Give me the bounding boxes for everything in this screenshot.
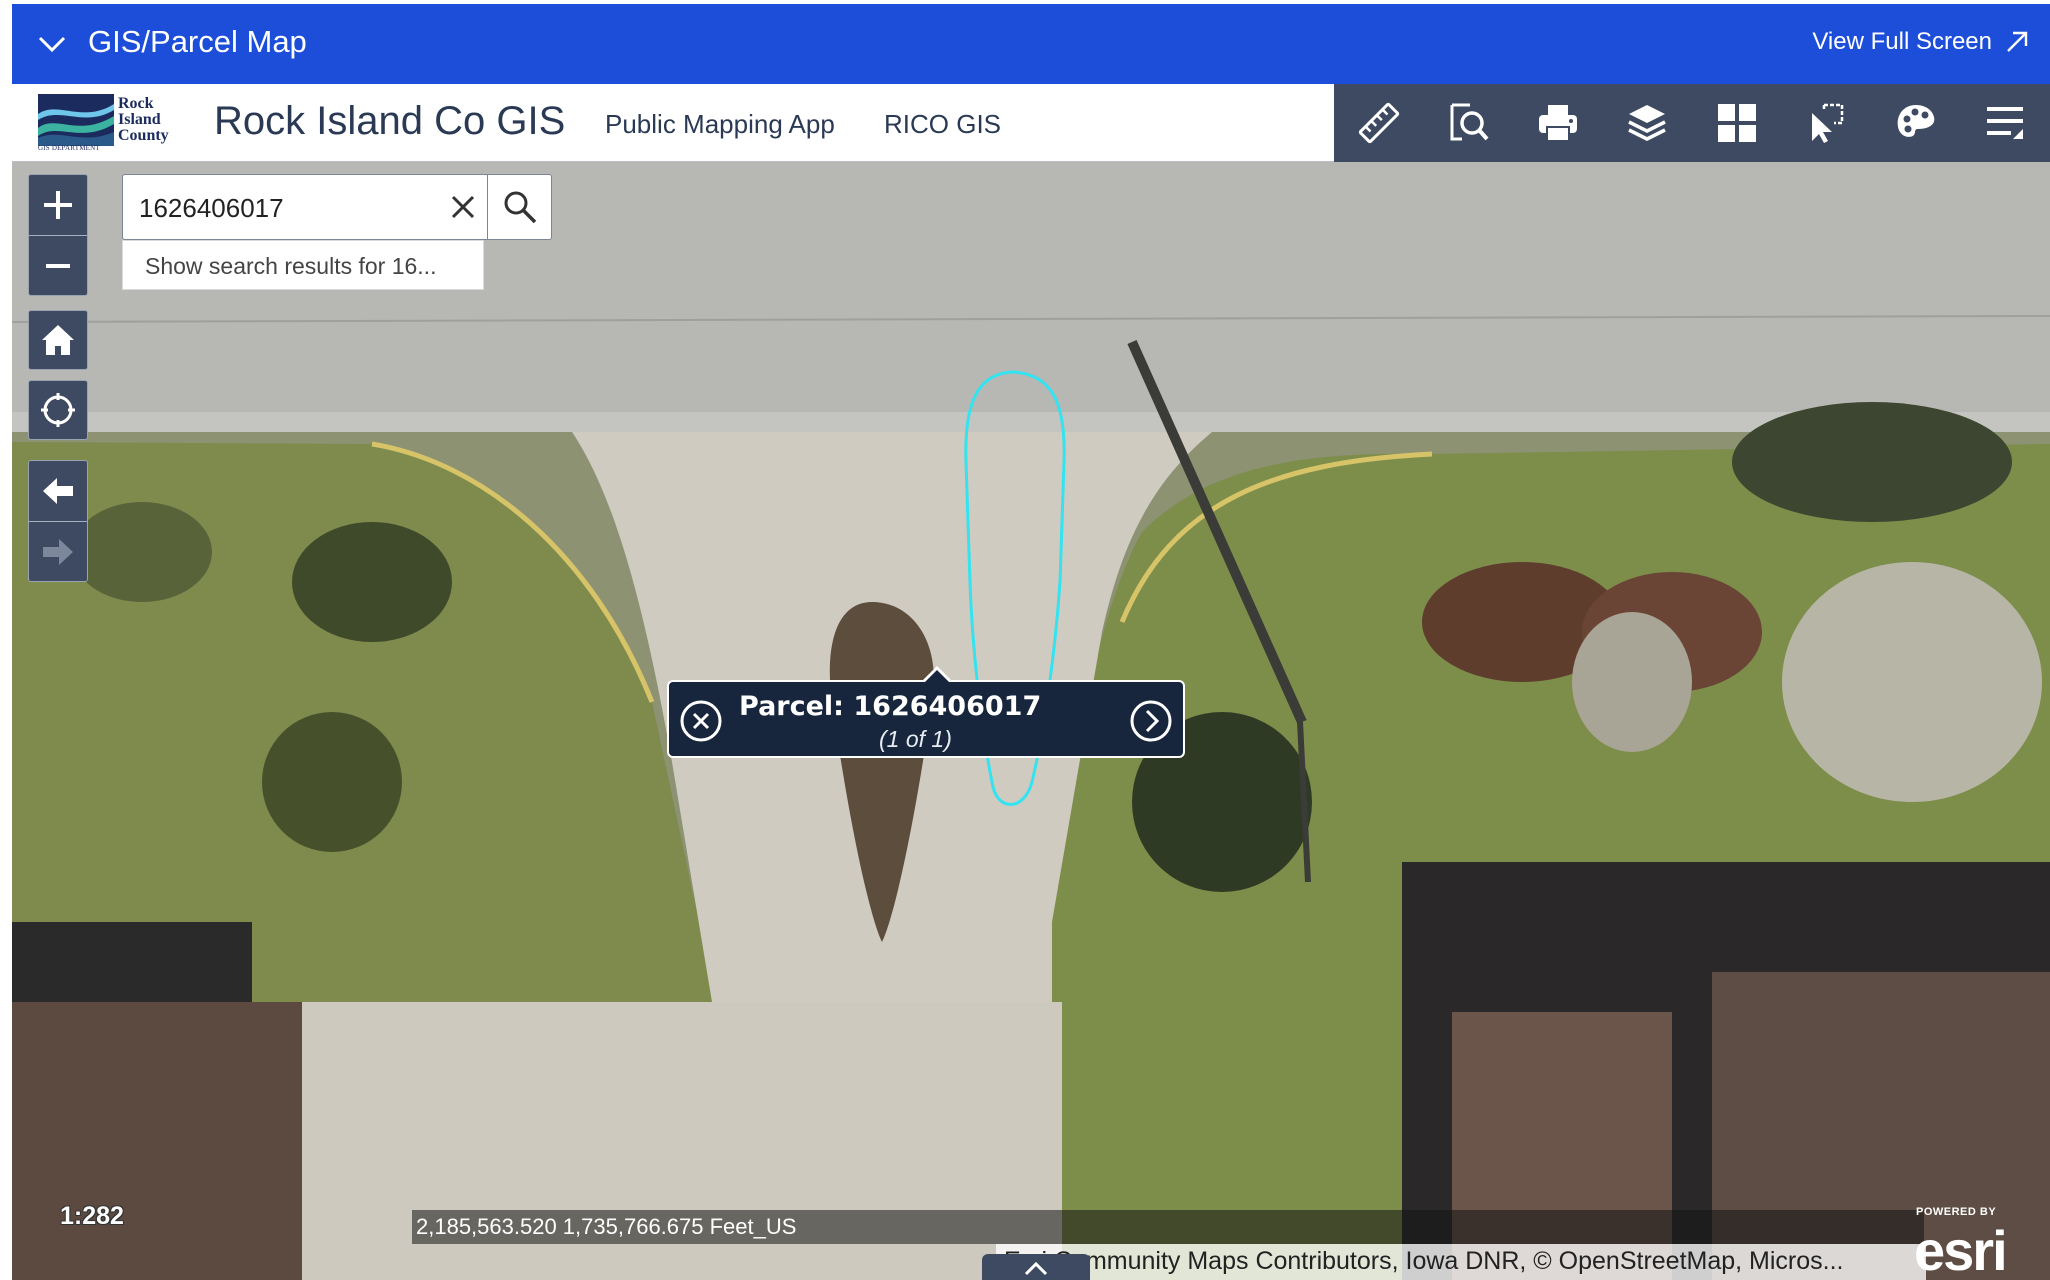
layers-button[interactable] bbox=[1621, 97, 1673, 149]
view-full-screen-link[interactable]: View Full Screen bbox=[1812, 28, 2030, 56]
next-extent-button[interactable] bbox=[29, 521, 87, 582]
app-title: Rock Island Co GIS bbox=[214, 99, 566, 143]
menu-button[interactable] bbox=[1979, 97, 2031, 149]
search-input[interactable] bbox=[137, 185, 431, 231]
popup-title: Parcel: 1626406017 bbox=[739, 691, 1042, 722]
county-logo-text: Rock Island County bbox=[118, 95, 169, 144]
esri-wordmark: esri bbox=[1914, 1219, 2008, 1280]
map-scale: 1:282 bbox=[60, 1202, 124, 1230]
style-tool-button[interactable] bbox=[1890, 97, 1942, 149]
map-view[interactable]: Show search results for 16... Parcel: 16… bbox=[12, 162, 2050, 1280]
measure-tool-button[interactable] bbox=[1353, 97, 1405, 149]
print-icon bbox=[1538, 105, 1577, 142]
home-icon bbox=[42, 325, 74, 355]
locate-button[interactable] bbox=[28, 380, 88, 440]
county-logo-mark bbox=[38, 94, 114, 146]
minus-icon bbox=[46, 264, 70, 268]
chevron-down-icon[interactable] bbox=[34, 26, 70, 62]
locate-icon bbox=[41, 393, 75, 427]
palette-icon bbox=[1897, 105, 1935, 137]
basemap-gallery-button[interactable] bbox=[1711, 97, 1763, 149]
popup-next-icon[interactable] bbox=[1129, 699, 1173, 743]
county-logo: Rock Island County GIS DEPARTMENT bbox=[38, 94, 202, 152]
attribution-toggle[interactable] bbox=[982, 1254, 1090, 1280]
select-tool-button[interactable] bbox=[1800, 97, 1852, 149]
search-zoom-icon bbox=[1450, 103, 1489, 141]
menu-icon bbox=[1987, 107, 2024, 139]
esri-powered-by: POWERED BY bbox=[1916, 1206, 1997, 1218]
search-icon bbox=[504, 191, 537, 224]
search-widget bbox=[122, 174, 552, 240]
logo-dept-text: GIS DEPARTMENT bbox=[38, 144, 100, 152]
zoom-out-button[interactable] bbox=[29, 235, 87, 296]
close-icon[interactable] bbox=[445, 189, 481, 225]
zoom-in-button[interactable] bbox=[29, 175, 87, 235]
popup-feature-count: (1 of 1) bbox=[879, 726, 952, 752]
grid-icon bbox=[1717, 104, 1756, 142]
panel-header: GIS/Parcel Map View Full Screen bbox=[12, 4, 2050, 84]
external-arrow-icon bbox=[2007, 31, 2028, 52]
parcel-popup: Parcel: 1626406017 (1 of 1) bbox=[667, 666, 1185, 758]
select-icon bbox=[1812, 103, 1844, 143]
ruler-icon bbox=[1358, 102, 1399, 144]
search-button[interactable] bbox=[487, 175, 552, 239]
esri-logo: POWERED BY esri bbox=[1914, 1204, 2050, 1280]
nav-public-mapping-app[interactable]: Public Mapping App bbox=[605, 109, 835, 140]
zoom-controls bbox=[28, 174, 88, 296]
search-suggestion[interactable]: Show search results for 16... bbox=[122, 240, 484, 290]
previous-extent-button[interactable] bbox=[29, 461, 87, 521]
panel-title: GIS/Parcel Map bbox=[88, 24, 307, 59]
home-button[interactable] bbox=[28, 310, 88, 370]
print-button[interactable] bbox=[1532, 97, 1584, 149]
layers-icon bbox=[1628, 105, 1667, 141]
chevron-up-icon bbox=[1024, 1261, 1048, 1276]
map-attribution[interactable]: Esri Community Maps Contributors, Iowa D… bbox=[996, 1244, 1926, 1280]
nav-rico-gis[interactable]: RICO GIS bbox=[884, 109, 1001, 140]
coordinate-readout: 2,185,563.520 1,735,766.675 Feet_US bbox=[412, 1210, 1924, 1244]
arrow-left-icon bbox=[43, 478, 73, 504]
view-full-screen-label: View Full Screen bbox=[1812, 28, 1992, 55]
arrow-right-icon bbox=[43, 539, 73, 565]
query-tool-button[interactable] bbox=[1442, 97, 1494, 149]
plus-icon bbox=[44, 191, 72, 219]
app-header: Rock Island County GIS DEPARTMENT Rock I… bbox=[12, 84, 2050, 162]
popup-close-icon[interactable] bbox=[679, 699, 723, 743]
map-toolbar bbox=[1334, 84, 2050, 162]
extent-navigation bbox=[28, 460, 88, 582]
